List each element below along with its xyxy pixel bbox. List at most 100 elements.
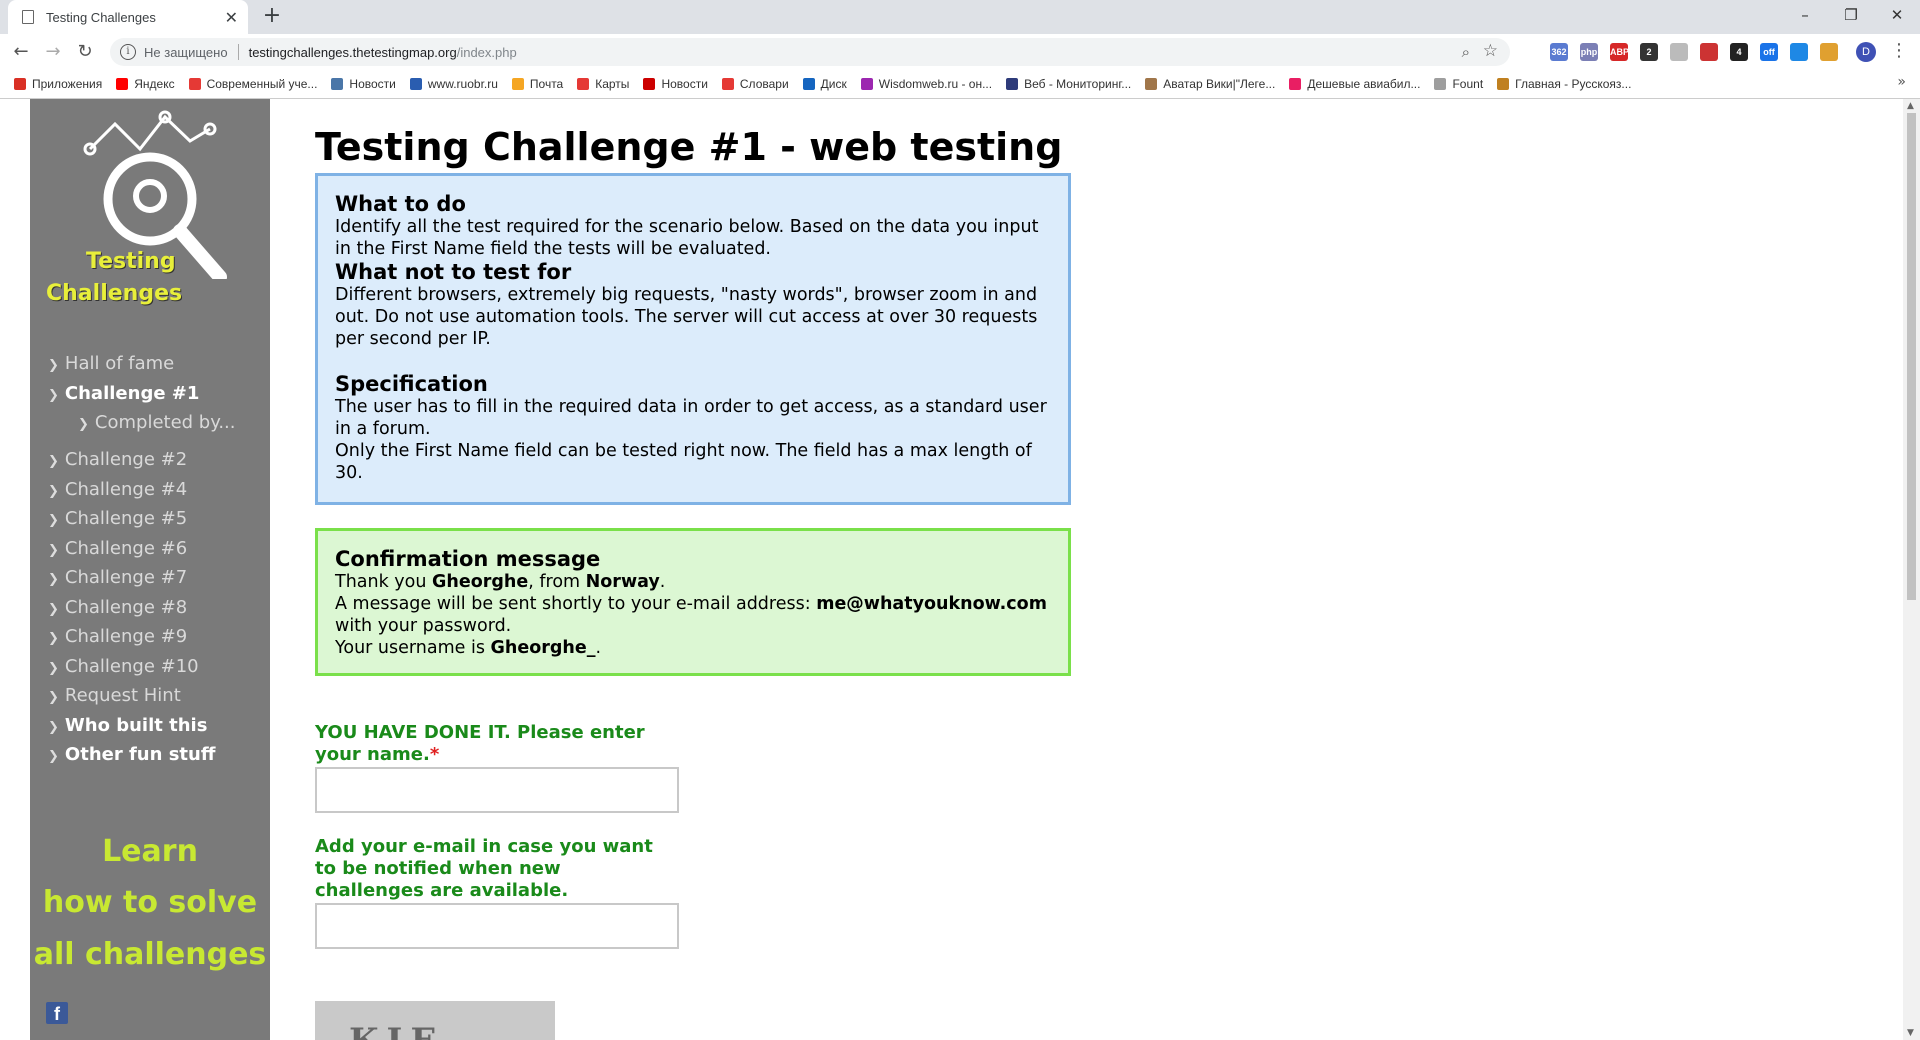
sidebar-item[interactable]: ❯ Who built this	[48, 711, 235, 741]
sidebar-item[interactable]: ❯ Challenge #6	[48, 534, 235, 564]
what-not-heading: What not to test for	[335, 260, 572, 284]
chevron-right-icon: ❯	[48, 719, 59, 735]
bookmark-favicon-icon	[409, 78, 422, 90]
close-tab-icon[interactable]: ✕	[225, 8, 238, 27]
chevron-right-icon: ❯	[78, 417, 89, 432]
sidebar-item-label: Completed by...	[94, 412, 236, 433]
bookmark-favicon-icon	[1006, 78, 1019, 90]
bookmark-label: Fount	[1452, 77, 1484, 91]
off-ext-icon[interactable]: off	[1760, 43, 1778, 61]
bookmark-label: Главная - Русскояз...	[1515, 77, 1632, 91]
info-icon[interactable]: i	[120, 44, 136, 60]
bookmark-item[interactable]: Дешевые авиабил...	[1289, 77, 1420, 91]
bookmark-item[interactable]: Диск	[802, 77, 847, 91]
first-name-input[interactable]	[315, 767, 679, 813]
browser-menu-icon[interactable]: ⋮	[1890, 40, 1908, 61]
zoom-icon[interactable]: ⌕	[1462, 43, 1470, 61]
globe-ext-icon[interactable]	[1790, 43, 1808, 61]
extensions-bar: 362 php ABP 2 4 off	[1550, 42, 1838, 62]
back-icon[interactable]: ←	[8, 40, 34, 64]
required-mark: *	[429, 744, 440, 765]
learn-line-2[interactable]: how to solve	[30, 885, 270, 920]
sidebar-item[interactable]: ❯ Challenge #9	[48, 622, 235, 652]
bookmark-star-icon[interactable]: ☆	[1483, 41, 1498, 61]
learn-line-3[interactable]: all challenges	[30, 937, 270, 972]
bookmark-item[interactable]: Приложения	[14, 77, 102, 91]
bookmark-item[interactable]: Карты	[577, 77, 629, 91]
bookmark-item[interactable]: Почта	[511, 77, 564, 91]
bookmark-item[interactable]: Современный уче...	[188, 77, 317, 91]
address-bar[interactable]: i Не защищено testingchallenges.thetesti…	[110, 38, 1510, 66]
page-scrollbar[interactable]: ▲ ▼	[1903, 99, 1920, 1040]
bookmark-favicon-icon	[188, 78, 201, 90]
restore-icon[interactable]: ❐	[1828, 0, 1874, 30]
reload-icon[interactable]: ↻	[72, 40, 98, 64]
bookmark-favicon-icon	[860, 78, 873, 90]
bookmark-label: Почта	[529, 77, 564, 91]
sidebar-item-label: Challenge #8	[64, 596, 188, 618]
profile-avatar[interactable]: D	[1856, 42, 1876, 62]
bookmark-item[interactable]: www.ruobr.ru	[409, 77, 498, 91]
sidebar-item[interactable]: ❯ Other fun stuff	[48, 740, 235, 770]
sidebar-item[interactable]: ❯ Request Hint	[48, 681, 235, 711]
url-text[interactable]: testingchallenges.thetestingmap.org/inde…	[249, 45, 517, 60]
sidebar-item[interactable]: ❯ Challenge #4	[48, 475, 235, 505]
bookmark-favicon-icon	[721, 78, 734, 90]
logo-title-line1: Testing	[86, 249, 176, 274]
sidebar-item[interactable]: ❯ Challenge #2	[48, 445, 235, 475]
bookmark-item[interactable]: Яндекс	[116, 77, 175, 91]
facebook-icon[interactable]: f	[46, 1002, 68, 1024]
sidebar: Testing Challenges ❯ Hall of fame ❯ Challen…	[30, 99, 270, 1040]
bookmark-item[interactable]: Аватар Вики|"Леге...	[1145, 77, 1275, 91]
adblock-ext-icon[interactable]: ABP	[1610, 43, 1629, 61]
what-not-text: Different browsers, extremely big reques…	[335, 285, 1038, 349]
sidebar-item-label: Challenge #4	[64, 478, 188, 500]
email-input[interactable]	[315, 903, 679, 949]
mail-ext-icon[interactable]: 362	[1550, 43, 1568, 61]
sidebar-item[interactable]: ❯ Completed by...	[48, 408, 235, 445]
bookmark-item[interactable]: Словари	[721, 77, 789, 91]
ghost-ext-icon[interactable]	[1670, 43, 1688, 61]
bookmark-item[interactable]: Веб - Мониторинг...	[1006, 77, 1131, 91]
scroll-down-icon[interactable]: ▼	[1907, 1028, 1914, 1038]
browser-tab-strip: Testing Challenges ✕ + – ❐ ✕	[0, 0, 1920, 34]
sidebar-item[interactable]: ❯ Challenge #5	[48, 504, 235, 534]
close-window-icon[interactable]: ✕	[1874, 0, 1920, 30]
sidebar-item-label: Hall of fame	[64, 353, 175, 374]
sidebar-item[interactable]: ❯ Challenge #10	[48, 652, 235, 682]
bookmark-label: Новости	[661, 77, 708, 91]
browser-toolbar: ← → ↻ i Не защищено testingchallenges.th…	[0, 34, 1920, 70]
page-icon	[22, 10, 34, 24]
chevron-right-icon: ❯	[48, 542, 59, 558]
bookmark-item[interactable]: Fount	[1434, 77, 1483, 91]
sidebar-item[interactable]: ❯ Challenge #8	[48, 593, 235, 623]
sidebar-item[interactable]: ❯ Challenge #7	[48, 563, 235, 593]
sidebar-item[interactable]: ❯ Hall of fame	[48, 349, 235, 379]
cookie-ext-icon[interactable]	[1820, 43, 1838, 61]
more-bookmarks-icon[interactable]: »	[1897, 74, 1906, 90]
specification-text-1: The user has to fill in the required dat…	[335, 397, 1047, 439]
php-ext-icon[interactable]: php	[1580, 43, 1598, 61]
new-tab-button[interactable]: +	[258, 3, 286, 28]
todo-ext-icon[interactable]	[1700, 43, 1718, 61]
chevron-right-icon: ❯	[48, 358, 59, 373]
sidebar-item[interactable]: ❯ Challenge #1	[48, 379, 235, 409]
minimize-icon[interactable]: –	[1782, 0, 1828, 30]
chevron-right-icon: ❯	[48, 631, 59, 646]
sidebar-item-label: Who built this	[64, 714, 208, 736]
learn-line-1[interactable]: Learn	[30, 834, 270, 869]
confirmation-box: Confirmation message Thank you Gheorghe,…	[315, 528, 1071, 676]
calendar-ext-icon[interactable]: 2	[1640, 43, 1658, 61]
chevron-right-icon: ❯	[48, 454, 59, 469]
bookmark-item[interactable]: Новости	[331, 77, 396, 91]
chevron-right-icon: ❯	[48, 387, 59, 403]
bookmark-item[interactable]: Главная - Русскояз...	[1497, 77, 1631, 91]
name-label-text: YOU HAVE DONE IT. Please enter your name…	[315, 722, 645, 765]
browser-tab[interactable]: Testing Challenges ✕	[8, 0, 248, 34]
forward-icon[interactable]: →	[40, 40, 66, 64]
bookmark-item[interactable]: Новости	[643, 77, 708, 91]
scrollbar-thumb[interactable]	[1907, 113, 1916, 600]
scroll-up-icon[interactable]: ▲	[1907, 101, 1914, 111]
bookmark-item[interactable]: Wisdomweb.ru - он...	[860, 77, 992, 91]
counter-ext-icon[interactable]: 4	[1730, 43, 1748, 61]
